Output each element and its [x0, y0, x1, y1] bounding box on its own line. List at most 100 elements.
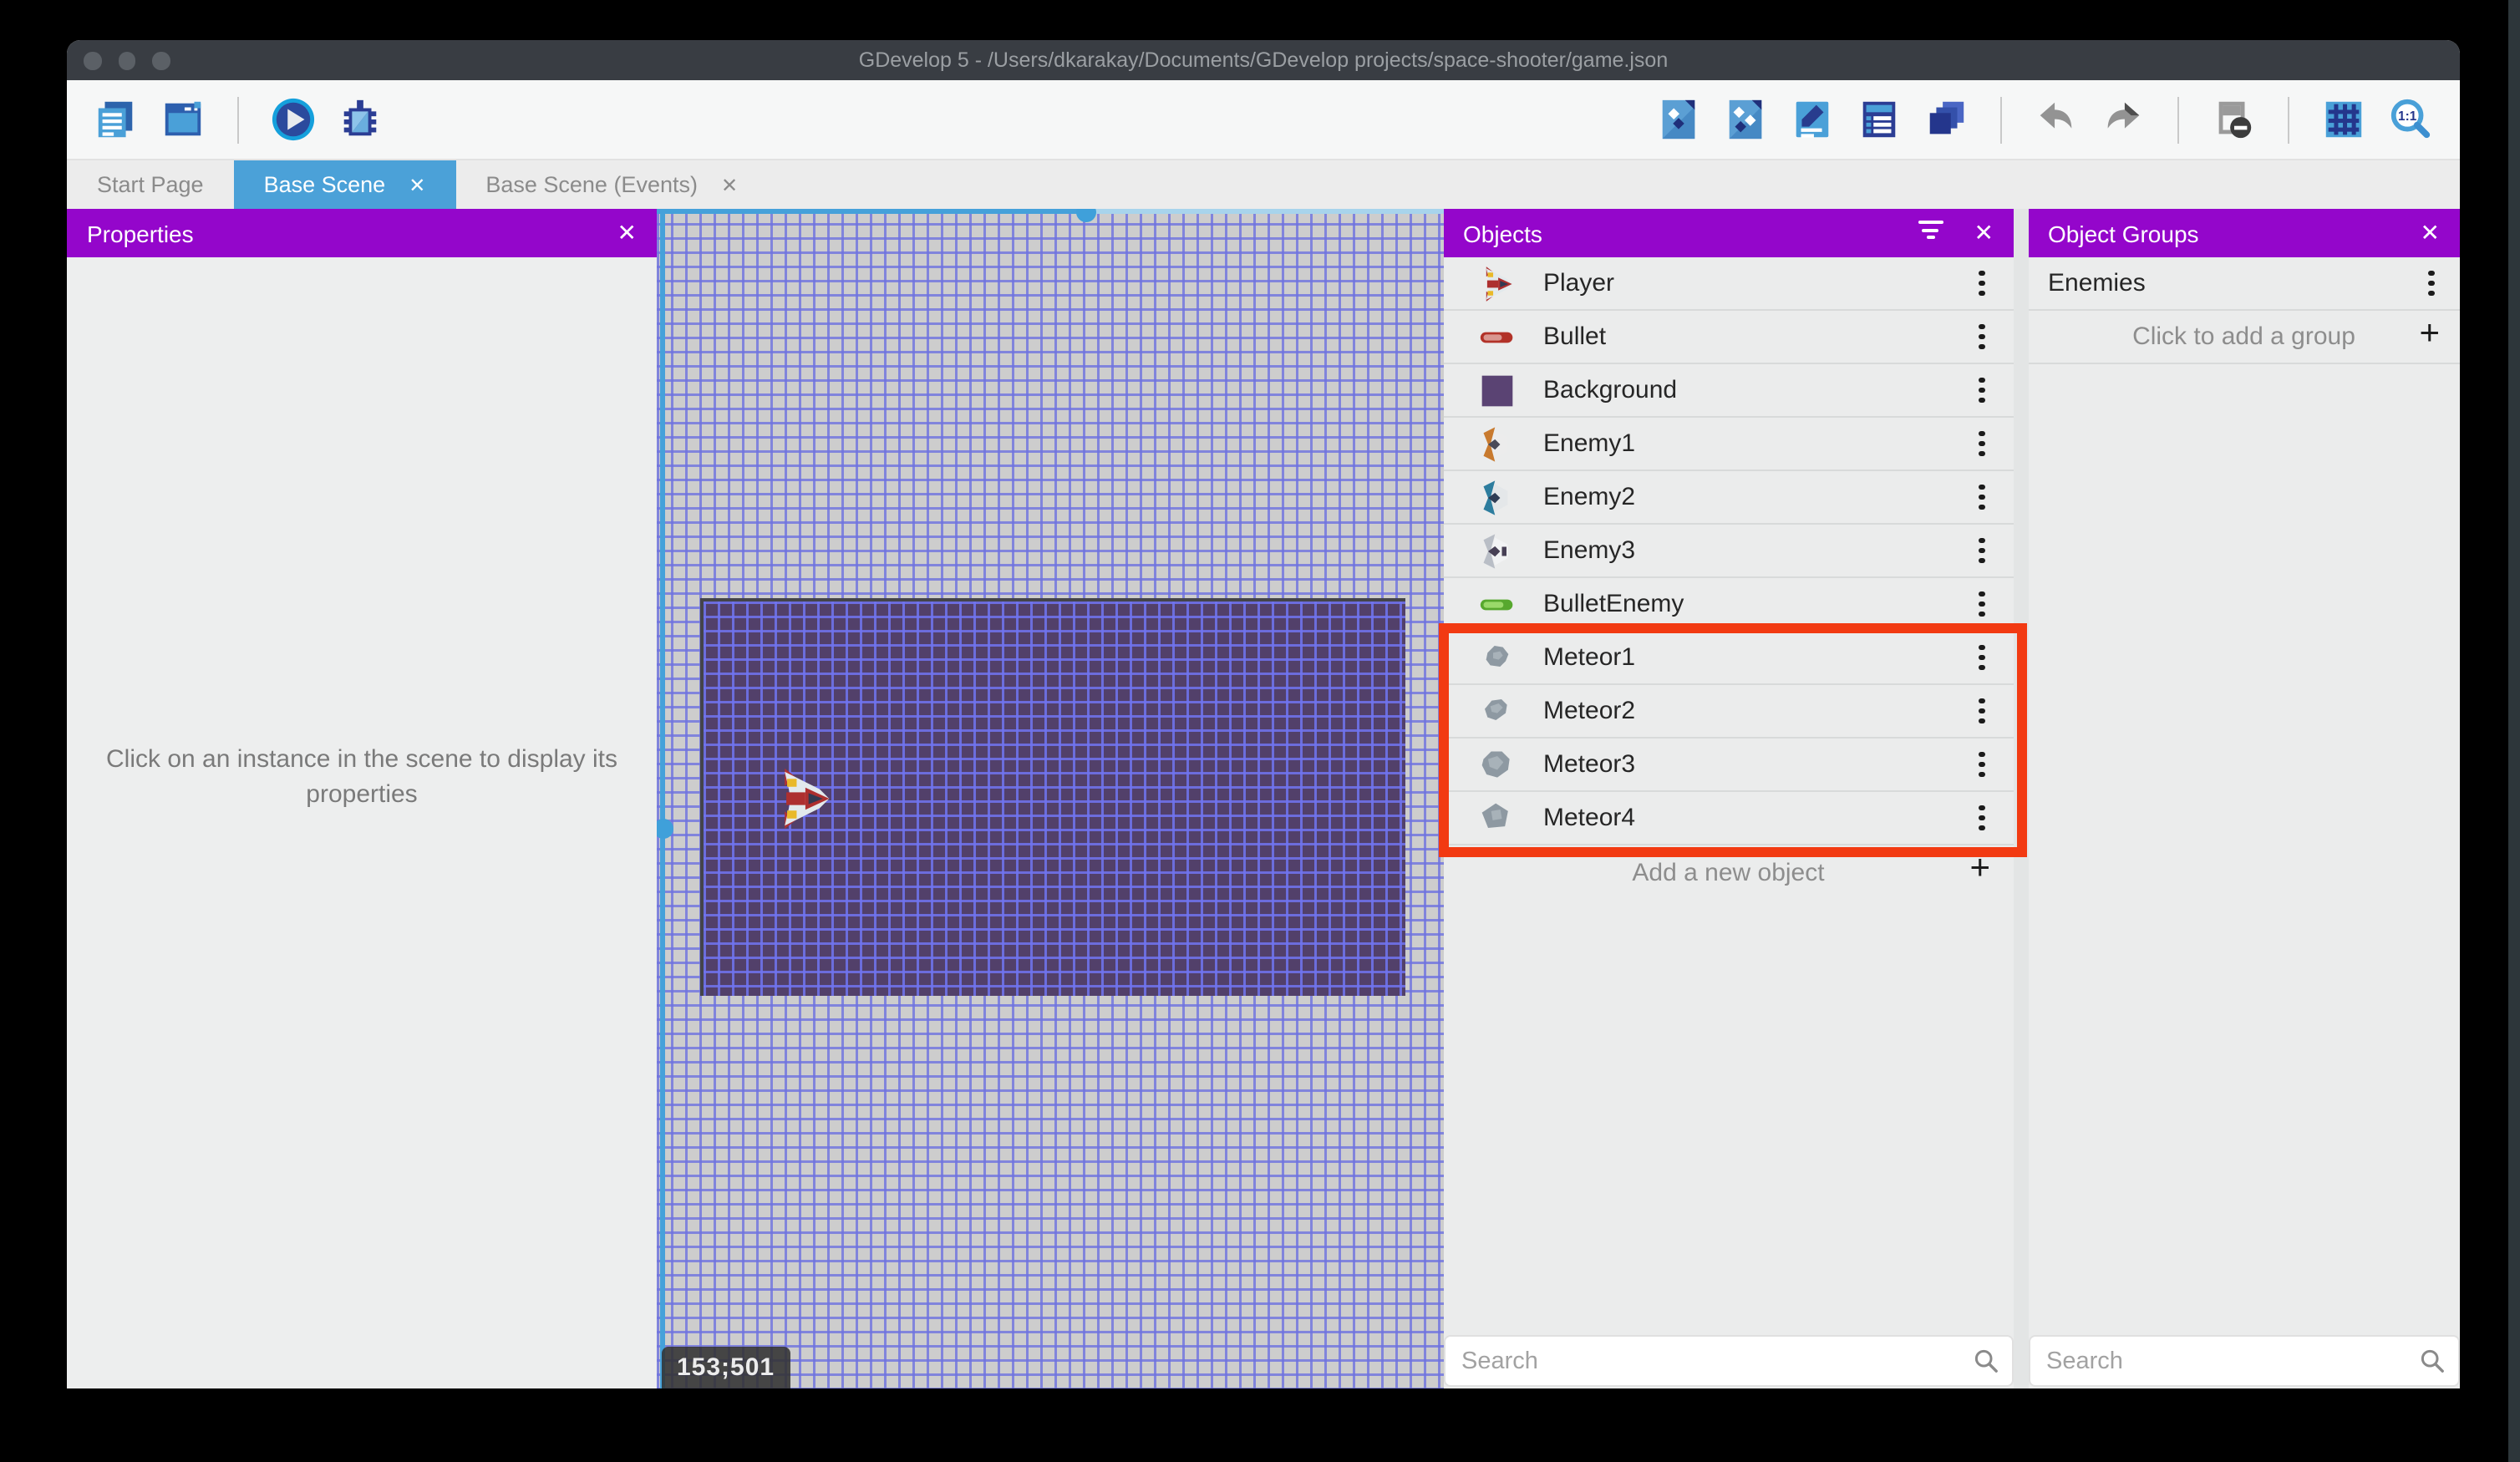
open-properties-icon[interactable]	[1857, 97, 1902, 142]
bullet-icon	[1476, 317, 1517, 357]
add-object-label: Add a new object	[1632, 858, 1825, 886]
toggle-instances-mask-icon[interactable]	[2211, 97, 2256, 142]
desktop-edge	[2508, 0, 2520, 1462]
object-name: Player	[1543, 269, 1615, 297]
object-row-enemy2[interactable]: Enemy2	[1443, 471, 2014, 525]
search-icon	[1974, 1349, 1998, 1373]
svg-text:1:1: 1:1	[2398, 109, 2417, 124]
kebab-menu-icon[interactable]	[1974, 749, 1990, 779]
objects-search	[1445, 1337, 2012, 1385]
debug-icon[interactable]	[338, 97, 383, 142]
panel-title: Properties	[87, 220, 194, 246]
edit-scene-properties-icon[interactable]	[1790, 97, 1835, 142]
object-name: Background	[1543, 376, 1678, 404]
object-groups-search-input[interactable]	[2030, 1337, 2458, 1385]
horizontal-scrollbar-thumb[interactable]	[1076, 209, 1096, 221]
toggle-grid-icon[interactable]	[2321, 97, 2366, 142]
close-icon[interactable]: ✕	[721, 175, 738, 195]
add-object-icon[interactable]	[1656, 97, 1701, 142]
kebab-menu-icon[interactable]	[1974, 642, 1990, 673]
close-window-button[interactable]	[84, 52, 101, 69]
tab-label: Base Scene	[263, 172, 386, 197]
objects-search-input[interactable]	[1445, 1337, 2012, 1385]
tab-base-scene[interactable]: Base Scene ✕	[233, 160, 456, 209]
toolbar-divider	[2288, 96, 2289, 143]
close-icon[interactable]: ✕	[617, 209, 637, 257]
horizontal-scrollbar-track[interactable]	[1086, 209, 1443, 213]
toolbar-left-group	[94, 96, 383, 143]
redo-icon[interactable]	[2101, 97, 2146, 142]
player-instance[interactable]	[772, 767, 836, 830]
kebab-menu-icon[interactable]	[1974, 375, 1990, 405]
properties-panel: Properties ✕ Click on an instance in the…	[67, 209, 657, 1388]
play-icon[interactable]	[271, 97, 316, 142]
kebab-menu-icon[interactable]	[1974, 268, 1990, 298]
object-groups-list: Enemies Click to add a group +	[2028, 257, 2460, 364]
minimize-window-button[interactable]	[118, 52, 135, 69]
tab-start-page[interactable]: Start Page	[67, 160, 234, 209]
panel-title: Objects	[1463, 220, 1542, 246]
zoom-window-button[interactable]	[152, 52, 170, 69]
toolbar-divider	[237, 96, 239, 143]
group-row-enemies[interactable]: Enemies	[2028, 257, 2460, 311]
object-name: Meteor2	[1543, 697, 1636, 725]
object-name: Enemy1	[1543, 429, 1636, 458]
kebab-menu-icon[interactable]	[1974, 482, 1990, 512]
gdevelop-app: GDevelop 5 - /Users/dkarakay/Documents/G…	[0, 0, 2520, 1462]
meteor-icon	[1476, 691, 1517, 731]
kebab-menu-icon[interactable]	[1974, 589, 1990, 619]
object-row-meteor2[interactable]: Meteor2	[1443, 685, 2014, 739]
vertical-scrollbar-thumb[interactable]	[657, 819, 673, 839]
add-group-label: Click to add a group	[2132, 322, 2355, 351]
panel-title: Object Groups	[2048, 220, 2199, 246]
objects-list: Player Bullet Background Enemy1 Enemy2 E…	[1443, 257, 2014, 899]
object-name: Enemy3	[1543, 536, 1636, 565]
object-row-bulletenemy[interactable]: BulletEnemy	[1443, 578, 2014, 632]
meteor-icon	[1476, 798, 1517, 838]
gdevelop-window: GDevelop 5 - /Users/dkarakay/Documents/G…	[67, 40, 2460, 1388]
enemy3-ship-icon	[1476, 530, 1517, 571]
add-group-row[interactable]: Click to add a group +	[2028, 311, 2460, 364]
kebab-menu-icon[interactable]	[1974, 322, 1990, 352]
close-icon[interactable]: ✕	[409, 175, 425, 195]
start-page-icon[interactable]	[160, 97, 206, 142]
add-object-row[interactable]: Add a new object +	[1443, 845, 2014, 899]
close-icon[interactable]: ✕	[1974, 209, 1994, 257]
open-layers-icon[interactable]	[1923, 97, 1969, 142]
plus-icon[interactable]: +	[1969, 849, 1990, 889]
tab-label: Start Page	[97, 172, 204, 197]
plus-icon[interactable]: +	[2419, 314, 2440, 354]
object-row-bullet[interactable]: Bullet	[1443, 311, 2014, 364]
object-row-enemy1[interactable]: Enemy1	[1443, 418, 2014, 471]
traffic-lights	[84, 52, 170, 69]
object-row-enemy3[interactable]: Enemy3	[1443, 525, 2014, 578]
kebab-menu-icon[interactable]	[1974, 536, 1990, 566]
object-row-player[interactable]: Player	[1443, 257, 2014, 311]
kebab-menu-icon[interactable]	[1974, 803, 1990, 833]
kebab-menu-icon[interactable]	[1974, 696, 1990, 726]
project-manager-icon[interactable]	[94, 97, 139, 142]
tab-base-scene-events[interactable]: Base Scene (Events) ✕	[455, 160, 768, 209]
edit-object-groups-icon[interactable]	[1723, 97, 1768, 142]
object-row-meteor4[interactable]: Meteor4	[1443, 792, 2014, 845]
kebab-menu-icon[interactable]	[1974, 429, 1990, 459]
object-row-meteor1[interactable]: Meteor1	[1443, 632, 2014, 685]
filter-icon[interactable]	[1917, 221, 1943, 246]
object-name: Enemy2	[1543, 483, 1636, 511]
panel-resizer[interactable]	[2014, 209, 2028, 1388]
meteor-icon	[1476, 637, 1517, 678]
vertical-scrollbar[interactable]	[660, 209, 664, 1388]
undo-icon[interactable]	[2034, 97, 2079, 142]
close-icon[interactable]: ✕	[2421, 209, 2440, 257]
horizontal-scrollbar[interactable]	[657, 209, 1086, 213]
editor-content: Properties ✕ Click on an instance in the…	[67, 209, 2460, 1388]
object-row-background[interactable]: Background	[1443, 364, 2014, 418]
zoom-original-icon[interactable]: 1:1	[2388, 97, 2433, 142]
toolbar-divider	[2000, 96, 2002, 143]
kebab-menu-icon[interactable]	[2423, 268, 2440, 298]
main-toolbar: 1:1	[67, 80, 2460, 160]
object-row-meteor3[interactable]: Meteor3	[1443, 739, 2014, 792]
scene-editor-canvas[interactable]: 153;501	[657, 209, 1443, 1388]
objects-header: Objects ✕	[1443, 209, 2014, 257]
player-ship-icon	[1476, 263, 1517, 303]
